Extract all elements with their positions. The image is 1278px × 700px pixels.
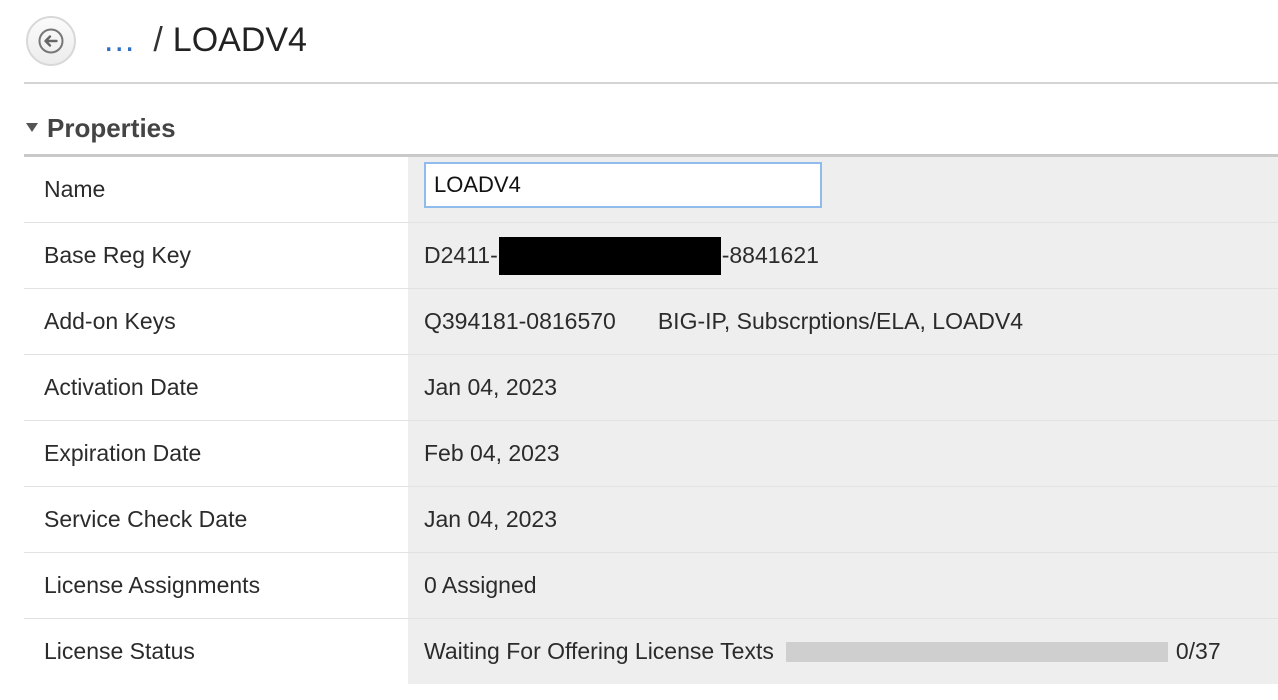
breadcrumb-separator: / [153, 21, 163, 59]
triangle-down-icon [26, 123, 38, 132]
arrow-left-icon [38, 28, 64, 54]
property-label: Activation Date [24, 355, 408, 420]
property-value: Feb 04, 2023 [408, 421, 1278, 486]
name-input[interactable] [424, 161, 822, 208]
breadcrumb: ... / LOADV4 [104, 18, 307, 62]
properties-section-toggle[interactable]: Properties [24, 104, 1278, 157]
properties-table: Name Base Reg Key D2411- -8841621 Add-on … [24, 157, 1278, 684]
property-row-license-status: License Status Waiting For Offering Lice… [24, 619, 1278, 684]
property-row-license-assignments: License Assignments 0 Assigned [24, 553, 1278, 619]
addon-key-description: BIG-IP, Subscrptions/ELA, LOADV4 [657, 308, 1024, 334]
property-label: Base Reg Key [24, 223, 408, 288]
page-header: ... / LOADV4 [24, 0, 1278, 84]
breadcrumb-current: LOADV4 [172, 21, 307, 59]
property-label: Service Check Date [24, 487, 408, 552]
license-progress-count: 0/37 [1175, 638, 1221, 664]
property-row-expiration-date: Expiration Date Feb 04, 2023 [24, 421, 1278, 487]
property-label: License Assignments [24, 553, 408, 618]
addon-key: Q394181-0816570 [424, 308, 616, 334]
property-row-addon-keys: Add-on Keys Q394181-0816570 BIG-IP, Subs… [24, 289, 1278, 355]
property-row-activation-date: Activation Date Jan 04, 2023 [24, 355, 1278, 421]
breadcrumb-ellipsis-link[interactable]: ... [104, 21, 135, 59]
property-value: 0 Assigned [408, 553, 1278, 618]
property-value: Waiting For Offering License Texts 0/37 [408, 619, 1278, 684]
property-row-name: Name [24, 157, 1278, 223]
back-button[interactable] [26, 16, 76, 66]
property-label: License Status [24, 619, 408, 684]
property-value: Jan 04, 2023 [408, 487, 1278, 552]
property-value: Q394181-0816570 BIG-IP, Subscrptions/ELA… [408, 289, 1278, 354]
base-reg-key-suffix: -8841621 [721, 242, 819, 268]
license-status-text: Waiting For Offering License Texts [424, 638, 774, 664]
property-label: Add-on Keys [24, 289, 408, 354]
property-label: Expiration Date [24, 421, 408, 486]
property-value [408, 157, 1278, 222]
license-detail-page: ... /LOADV4 Properties Name Base Reg Key … [0, 0, 1278, 700]
property-row-base-reg-key: Base Reg Key D2411- -8841621 [24, 223, 1278, 289]
property-row-service-check-date: Service Check Date Jan 04, 2023 [24, 487, 1278, 553]
property-label: Name [24, 157, 408, 222]
section-title: Properties [47, 113, 176, 143]
base-reg-key-prefix: D2411- [424, 242, 498, 268]
redaction-block [498, 236, 721, 275]
property-value: D2411- -8841621 [408, 223, 1278, 288]
property-value: Jan 04, 2023 [408, 355, 1278, 420]
license-progress-bar [785, 641, 1168, 662]
